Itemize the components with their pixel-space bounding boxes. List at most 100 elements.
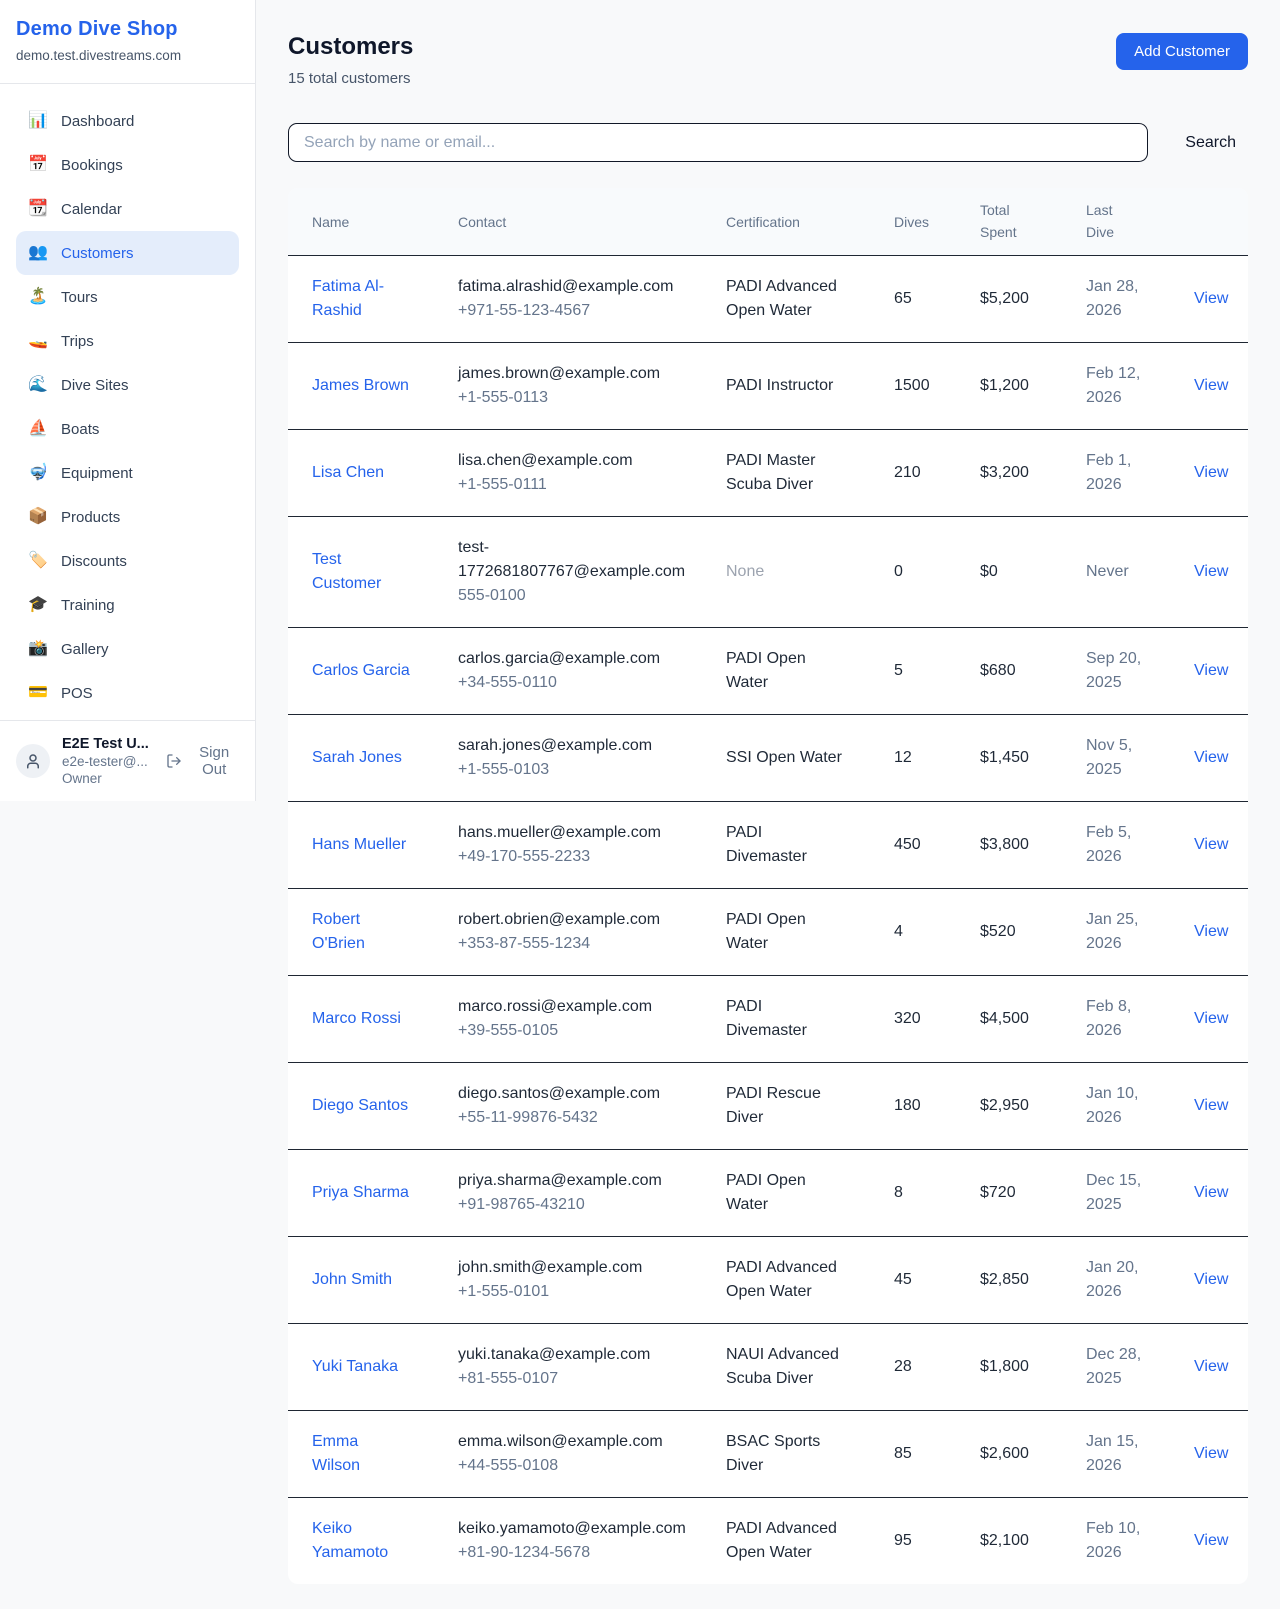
customer-name-link[interactable]: Yuki Tanaka [312, 1358, 398, 1375]
customer-name-link[interactable]: Emma Wilson [312, 1433, 360, 1474]
customer-dives: 210 [870, 430, 956, 517]
search-button[interactable]: Search [1173, 126, 1248, 160]
customer-name-link[interactable]: John Smith [312, 1271, 392, 1288]
customer-phone: +1-555-0111 [458, 473, 678, 497]
customer-name-link[interactable]: Diego Santos [312, 1097, 408, 1114]
customer-name-link[interactable]: Hans Mueller [312, 836, 406, 853]
sidebar-item-gallery[interactable]: 📸 Gallery [16, 627, 239, 671]
search-row: Search [288, 123, 1248, 162]
sidebar-item-tours[interactable]: 🏝️ Tours [16, 275, 239, 319]
customer-certification: NAUI Advanced Scuba Diver [702, 1324, 870, 1411]
customer-name-link[interactable]: James Brown [312, 377, 409, 394]
user-name: E2E Test U... [62, 736, 158, 752]
shop-name-link[interactable]: Demo Dive Shop [16, 18, 239, 41]
customer-last-dive: Nov 5, 2025 [1062, 715, 1170, 802]
customer-name-link[interactable]: Marco Rossi [312, 1010, 401, 1027]
table-header-row: Name Contact Certification Dives Total S… [288, 188, 1248, 256]
customer-name-link[interactable]: Keiko Yamamoto [312, 1520, 388, 1561]
view-customer-link[interactable]: View [1194, 1445, 1228, 1462]
customer-dives: 180 [870, 1063, 956, 1150]
user-role: Owner [62, 771, 158, 786]
customer-name-link[interactable]: Robert O'Brien [312, 911, 365, 952]
column-header-certification: Certification [702, 188, 870, 256]
customer-email: hans.mueller@example.com [458, 821, 678, 845]
sidebar-item-label: Products [61, 509, 120, 526]
sidebar-item-equipment[interactable]: 🤿 Equipment [16, 451, 239, 495]
pos-icon: 💳 [28, 685, 48, 701]
sidebar-item-dashboard[interactable]: 📊 Dashboard [16, 99, 239, 143]
boats-icon: ⛵ [28, 421, 48, 437]
view-customer-link[interactable]: View [1194, 563, 1228, 580]
sidebar-item-customers[interactable]: 👥 Customers [16, 231, 239, 275]
customer-last-dive: Sep 20, 2025 [1062, 628, 1170, 715]
customer-email: marco.rossi@example.com [458, 995, 678, 1019]
customer-name-link[interactable]: Test Customer [312, 551, 381, 592]
customer-phone: +1-555-0113 [458, 386, 678, 410]
brand: Demo Dive Shop demo.test.divestreams.com [0, 0, 255, 84]
view-customer-link[interactable]: View [1194, 377, 1228, 394]
view-customer-link[interactable]: View [1194, 1010, 1228, 1027]
customer-total-spent: $1,450 [956, 715, 1062, 802]
view-customer-link[interactable]: View [1194, 1271, 1228, 1288]
customer-email: test-1772681807767@example.com [458, 536, 678, 584]
customer-total-spent: $720 [956, 1150, 1062, 1237]
sign-out-icon [166, 753, 182, 769]
sidebar-item-calendar[interactable]: 📆 Calendar [16, 187, 239, 231]
sidebar: Demo Dive Shop demo.test.divestreams.com… [0, 0, 256, 801]
table-row: Yuki Tanaka yuki.tanaka@example.com +81-… [288, 1324, 1248, 1411]
customer-name-link[interactable]: Carlos Garcia [312, 662, 410, 679]
customer-phone: +81-555-0107 [458, 1367, 678, 1391]
sidebar-item-bookings[interactable]: 📅 Bookings [16, 143, 239, 187]
customer-total-spent: $4,500 [956, 976, 1062, 1063]
sidebar-item-label: POS [61, 685, 93, 702]
view-customer-link[interactable]: View [1194, 662, 1228, 679]
add-customer-button[interactable]: Add Customer [1116, 33, 1248, 70]
sidebar-item-trips[interactable]: 🚤 Trips [16, 319, 239, 363]
view-customer-link[interactable]: View [1194, 1184, 1228, 1201]
view-customer-link[interactable]: View [1194, 1532, 1228, 1549]
customer-dives: 8 [870, 1150, 956, 1237]
sign-out-button[interactable]: Sign Out [166, 744, 239, 778]
sidebar-item-label: Trips [61, 333, 94, 350]
sidebar-item-dive-sites[interactable]: 🌊 Dive Sites [16, 363, 239, 407]
customer-phone: +49-170-555-2233 [458, 845, 678, 869]
customer-last-dive: Feb 8, 2026 [1062, 976, 1170, 1063]
customer-name-link[interactable]: Sarah Jones [312, 749, 402, 766]
page-header: Customers 15 total customers Add Custome… [288, 33, 1248, 87]
customer-dives: 1500 [870, 343, 956, 430]
customer-certification: PADI Divemaster [702, 802, 870, 889]
view-customer-link[interactable]: View [1194, 1097, 1228, 1114]
customer-name-link[interactable]: Priya Sharma [312, 1184, 409, 1201]
customer-email: keiko.yamamoto@example.com [458, 1517, 678, 1541]
table-row: Lisa Chen lisa.chen@example.com +1-555-0… [288, 430, 1248, 517]
sidebar-item-label: Boats [61, 421, 99, 438]
view-customer-link[interactable]: View [1194, 1358, 1228, 1375]
view-customer-link[interactable]: View [1194, 749, 1228, 766]
customer-certification: None [702, 517, 870, 628]
customer-phone: +55-11-99876-5432 [458, 1106, 678, 1130]
sidebar-item-pos[interactable]: 💳 POS [16, 671, 239, 715]
customer-dives: 4 [870, 889, 956, 976]
view-customer-link[interactable]: View [1194, 923, 1228, 940]
column-header-last-dive: Last Dive [1062, 188, 1170, 256]
sidebar-item-training[interactable]: 🎓 Training [16, 583, 239, 627]
search-input[interactable] [288, 123, 1148, 162]
sidebar-item-boats[interactable]: ⛵ Boats [16, 407, 239, 451]
table-row: Hans Mueller hans.mueller@example.com +4… [288, 802, 1248, 889]
view-customer-link[interactable]: View [1194, 290, 1228, 307]
sidebar-item-label: Discounts [61, 553, 127, 570]
sidebar-item-products[interactable]: 📦 Products [16, 495, 239, 539]
customer-name-link[interactable]: Fatima Al-Rashid [312, 278, 384, 319]
sidebar-item-discounts[interactable]: 🏷️ Discounts [16, 539, 239, 583]
customer-certification: PADI Advanced Open Water [702, 1237, 870, 1324]
customer-email: emma.wilson@example.com [458, 1430, 678, 1454]
view-customer-link[interactable]: View [1194, 836, 1228, 853]
customer-dives: 450 [870, 802, 956, 889]
customer-name-link[interactable]: Lisa Chen [312, 464, 384, 481]
customer-certification: PADI Instructor [702, 343, 870, 430]
column-header-name: Name [288, 188, 434, 256]
products-icon: 📦 [28, 509, 48, 525]
view-customer-link[interactable]: View [1194, 464, 1228, 481]
table-row: Robert O'Brien robert.obrien@example.com… [288, 889, 1248, 976]
customer-total-spent: $5,200 [956, 256, 1062, 343]
